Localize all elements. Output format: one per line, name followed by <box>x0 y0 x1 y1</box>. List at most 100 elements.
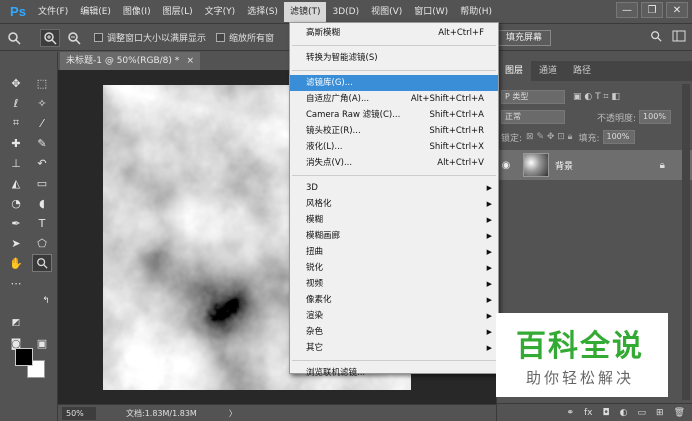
filter-menu-item[interactable]: 像素化 ▶ <box>290 292 498 308</box>
pen-tool-icon[interactable]: ✒ <box>6 214 26 232</box>
search-icon[interactable] <box>650 30 662 42</box>
menu-layer[interactable]: 图层(L) <box>157 2 199 22</box>
zoom-all-windows-checkbox[interactable] <box>216 33 226 42</box>
swap-colors-icon[interactable]: ↰ <box>36 292 56 310</box>
hand-tool-icon[interactable]: ✋ <box>6 254 26 272</box>
clone-stamp-tool-icon[interactable]: ⊥ <box>6 154 26 172</box>
filter-menu-item[interactable]: 渲染 ▶ <box>290 308 498 324</box>
foreground-color-swatch[interactable] <box>15 348 33 366</box>
filter-menu-item[interactable]: 消失点(V)... Alt+Ctrl+V <box>290 155 498 171</box>
tab-layers[interactable]: 图层 <box>497 61 532 81</box>
menu-help[interactable]: 帮助(H) <box>454 2 498 22</box>
filter-menu-item-label: 风格化 <box>306 199 332 209</box>
brush-tool-icon[interactable]: ✎ <box>32 134 52 152</box>
tab-channels[interactable]: 通道 <box>531 61 565 81</box>
workspace-icon[interactable] <box>672 30 686 42</box>
submenu-arrow-icon: ▶ <box>486 344 492 352</box>
filter-menu-item[interactable]: 模糊 ▶ <box>290 212 498 228</box>
filter-menu-item[interactable]: 滤镜库(G)... <box>290 75 498 91</box>
filter-menu-item[interactable]: 浏览联机滤镜... <box>290 365 498 381</box>
zoom-tool-icon[interactable] <box>32 254 52 272</box>
healing-brush-tool-icon[interactable]: ✚ <box>6 134 26 152</box>
type-tool-icon[interactable]: T <box>32 214 52 232</box>
restore-button[interactable]: ❐ <box>641 2 663 18</box>
marquee-tool-icon[interactable]: ⬚ <box>32 74 52 92</box>
menu-view[interactable]: 视图(V) <box>365 2 408 22</box>
eyedropper-tool-icon[interactable]: ⁄ <box>32 114 52 132</box>
magic-wand-tool-icon[interactable]: ✧ <box>32 94 52 112</box>
dodge-tool-icon[interactable]: ◖ <box>32 194 52 212</box>
filter-menu-item-label: 渲染 <box>306 311 324 321</box>
delete-layer-icon[interactable]: 🗑︎ <box>674 408 685 418</box>
zoom-out-icon[interactable] <box>64 29 84 47</box>
filter-menu-shortcut: Alt+Ctrl+V <box>437 158 484 168</box>
filter-menu-item[interactable]: 扭曲 ▶ <box>290 244 498 260</box>
add-mask-icon[interactable]: ◘ <box>603 408 610 418</box>
filter-menu-item[interactable]: 镜头校正(R)... Shift+Ctrl+R <box>290 123 498 139</box>
filter-menu-item-label: 高斯模糊 <box>306 28 341 38</box>
fill-field[interactable]: 100% <box>602 130 635 144</box>
opacity-field[interactable]: 100% <box>639 110 672 124</box>
layer-kind-filter[interactable]: P 类型 <box>501 90 565 104</box>
filter-menu-item[interactable]: 液化(L)... Shift+Ctrl+X <box>290 139 498 155</box>
menu-edit[interactable]: 编辑(E) <box>74 2 117 22</box>
status-menu-arrow[interactable]: 〉 <box>229 408 237 419</box>
zoom-in-icon[interactable] <box>40 28 60 47</box>
document-title: 未标题-1 @ 50%(RGB/8) * <box>66 56 180 66</box>
path-selection-tool-icon[interactable]: ➤ <box>6 234 26 252</box>
watermark-title: 百科全说 <box>516 329 644 364</box>
crop-tool-icon[interactable]: ⌗ <box>6 114 26 132</box>
filter-menu-shortcut: Shift+Ctrl+A <box>429 110 484 120</box>
tab-paths[interactable]: 路径 <box>565 61 599 81</box>
new-layer-icon[interactable]: ⊞ <box>656 408 664 418</box>
menu-window[interactable]: 窗口(W) <box>408 2 454 22</box>
link-layers-icon[interactable]: ⚭ <box>566 408 574 418</box>
menu-select[interactable]: 选择(S) <box>241 2 284 22</box>
history-brush-tool-icon[interactable]: ↶ <box>32 154 52 172</box>
filter-menu-item[interactable]: 锐化 ▶ <box>290 260 498 276</box>
zoom-level-field[interactable]: 50% <box>62 406 96 420</box>
screen-mode-icon[interactable]: ▣ <box>32 334 52 352</box>
adjustment-layer-icon[interactable]: ◐ <box>620 408 628 418</box>
lasso-tool-icon[interactable]: ℓ <box>6 94 26 112</box>
filter-menu-item[interactable]: 视频 ▶ <box>290 276 498 292</box>
blend-mode-select[interactable]: 正常 <box>501 110 565 124</box>
filter-menu-item[interactable]: 转换为智能滤镜(S) <box>290 50 498 66</box>
document-tab[interactable]: 未标题-1 @ 50%(RGB/8) * × <box>60 52 200 70</box>
filter-menu-shortcut: Alt+Shift+Ctrl+A <box>410 94 484 104</box>
fill-screen-button[interactable]: 填充屏幕 <box>497 30 552 46</box>
menu-file[interactable]: 文件(F) <box>32 2 74 22</box>
blur-tool-icon[interactable]: ◔ <box>6 194 26 212</box>
filter-menu-item[interactable]: 风格化 ▶ <box>290 196 498 212</box>
resize-windows-checkbox[interactable] <box>94 33 103 42</box>
menu-type[interactable]: 文字(Y) <box>199 2 242 22</box>
close-tab-icon[interactable]: × <box>186 52 194 70</box>
filter-menu-item[interactable]: 高斯模糊 Alt+Ctrl+F <box>290 25 498 41</box>
zoom-tool-preset-icon[interactable] <box>4 29 24 47</box>
menu-image[interactable]: 图像(I) <box>117 2 157 22</box>
close-button[interactable]: ✕ <box>666 2 688 18</box>
filter-menu-item-label: 3D <box>306 183 318 193</box>
fx-icon[interactable]: fx <box>584 408 593 418</box>
minimize-button[interactable]: — <box>616 2 638 18</box>
eraser-tool-icon[interactable]: ◭ <box>6 174 26 192</box>
move-tool-icon[interactable]: ✥ <box>6 74 26 92</box>
filter-menu-item[interactable]: 3D ▶ <box>290 180 498 196</box>
menu-filter[interactable]: 滤镜(T) <box>283 1 327 22</box>
filter-menu-item[interactable]: 其它 ▶ <box>290 340 498 356</box>
visibility-eye-icon[interactable]: ◉ <box>497 160 515 171</box>
group-icon[interactable]: ▭ <box>638 408 647 418</box>
filter-menu-item[interactable]: 自适应广角(A)... Alt+Shift+Ctrl+A <box>290 91 498 107</box>
filter-menu-item[interactable]: Camera Raw 滤镜(C)... Shift+Ctrl+A <box>290 107 498 123</box>
more-tools-icon[interactable]: ⋯ <box>6 274 26 292</box>
photoshop-logo: Ps <box>10 4 26 19</box>
layer-item-background[interactable]: ◉ 背景 🔒︎ <box>497 150 692 180</box>
panel-scrollbar[interactable] <box>682 84 690 400</box>
menu-3d[interactable]: 3D(D) <box>326 2 365 22</box>
gradient-tool-icon[interactable]: ▭ <box>32 174 52 192</box>
filter-menu-item[interactable]: 模糊画廊 ▶ <box>290 228 498 244</box>
filter-menu-item[interactable]: 杂色 ▶ <box>290 324 498 340</box>
default-colors-icon[interactable]: ◩ <box>6 314 26 332</box>
shape-tool-icon[interactable]: ⬠ <box>32 234 52 252</box>
panel-tabs: 图层 通道 路径 <box>497 61 692 81</box>
